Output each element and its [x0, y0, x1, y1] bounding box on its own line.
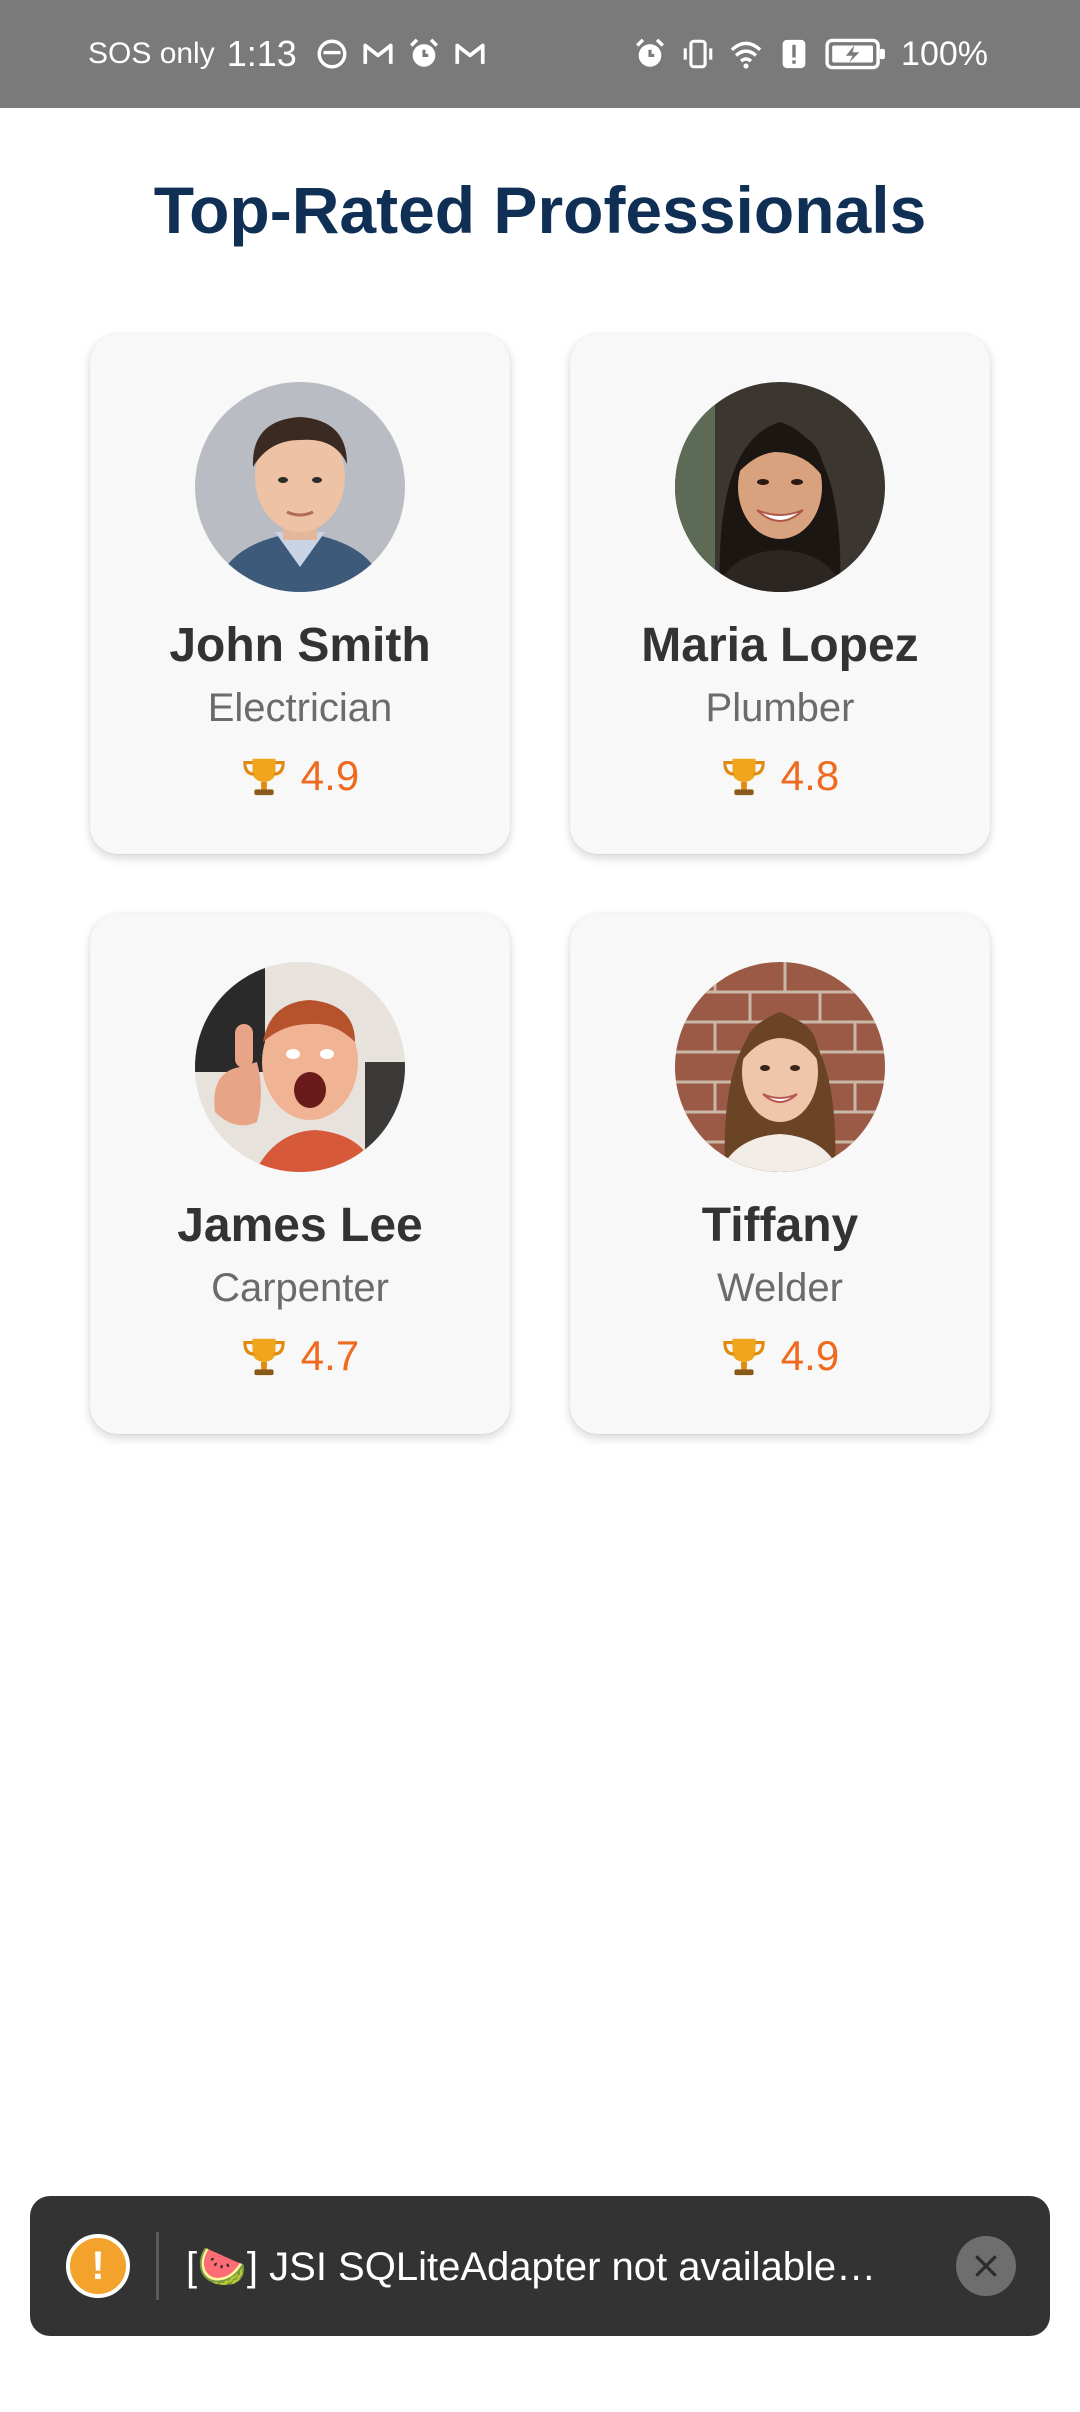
close-glyph	[975, 2255, 997, 2277]
close-icon[interactable]	[956, 2236, 1016, 2296]
professional-card-tiffany[interactable]: Tiffany Welder 4.9	[570, 914, 990, 1434]
rating-value: 4.9	[780, 1332, 840, 1379]
warning-toast[interactable]: ! [🍉] JSI SQLiteAdapter not available…	[30, 2196, 1050, 2336]
professional-role: Carpenter	[211, 1266, 389, 1310]
professional-name: John Smith	[169, 619, 431, 672]
trophy-icon	[723, 1338, 765, 1376]
toast-message: [🍉] JSI SQLiteAdapter not available…	[186, 2244, 877, 2289]
avatar	[195, 962, 405, 1172]
rating-value: 4.7	[300, 1332, 360, 1379]
rating-value: 4.8	[780, 752, 840, 799]
professional-role: Welder	[717, 1266, 843, 1310]
professional-name: Tiffany	[701, 1199, 859, 1252]
vibrate-icon	[683, 39, 713, 69]
gmail-icon	[455, 43, 485, 64]
battery-charging-icon	[825, 38, 885, 70]
warning-icon: !	[66, 2234, 130, 2298]
clock: 1:13	[226, 33, 297, 74]
screen: SOS only 1:13 100% Top-Rated Professiona…	[0, 0, 1080, 2412]
woman-portrait-image	[675, 382, 885, 592]
alarm-icon	[636, 38, 664, 67]
professional-card-james-lee[interactable]: James Lee Carpenter 4.7	[90, 914, 510, 1434]
trophy-icon	[723, 758, 765, 796]
status-right: 100%	[633, 0, 988, 108]
alert-icon	[782, 39, 806, 69]
professional-name: Maria Lopez	[641, 619, 919, 672]
rating-value: 4.9	[300, 752, 360, 799]
man-portrait-image	[195, 382, 405, 592]
professional-card-maria-lopez[interactable]: Maria Lopez Plumber 4.8	[570, 334, 990, 854]
trophy-icon	[243, 758, 285, 796]
toast-divider	[156, 2232, 159, 2300]
woman-brick-wall-portrait-image	[675, 962, 885, 1172]
status-left: SOS only 1:13	[88, 0, 487, 108]
professional-role: Plumber	[705, 686, 855, 730]
notification-icon	[317, 39, 347, 69]
alarm-icon	[409, 38, 438, 67]
battery-percent: 100%	[901, 34, 988, 73]
status-bar: SOS only 1:13 100%	[0, 0, 1080, 108]
avatar	[675, 382, 885, 592]
rating: 4.9	[90, 752, 510, 800]
avatar	[195, 382, 405, 592]
rating: 4.8	[570, 752, 990, 800]
professional-name: James Lee	[177, 1199, 423, 1252]
professional-role: Electrician	[207, 686, 393, 730]
man-thumbs-up-portrait-image	[195, 962, 405, 1172]
rating: 4.7	[90, 1332, 510, 1380]
trophy-icon	[243, 1338, 285, 1376]
carrier-text: SOS only	[88, 37, 215, 70]
page-title: Top-Rated Professionals	[153, 173, 927, 247]
gmail-icon	[363, 43, 393, 64]
wifi-icon	[730, 41, 762, 69]
avatar	[675, 962, 885, 1172]
professional-card-john-smith[interactable]: John Smith Electrician 4.9	[90, 334, 510, 854]
rating: 4.9	[570, 1332, 990, 1380]
